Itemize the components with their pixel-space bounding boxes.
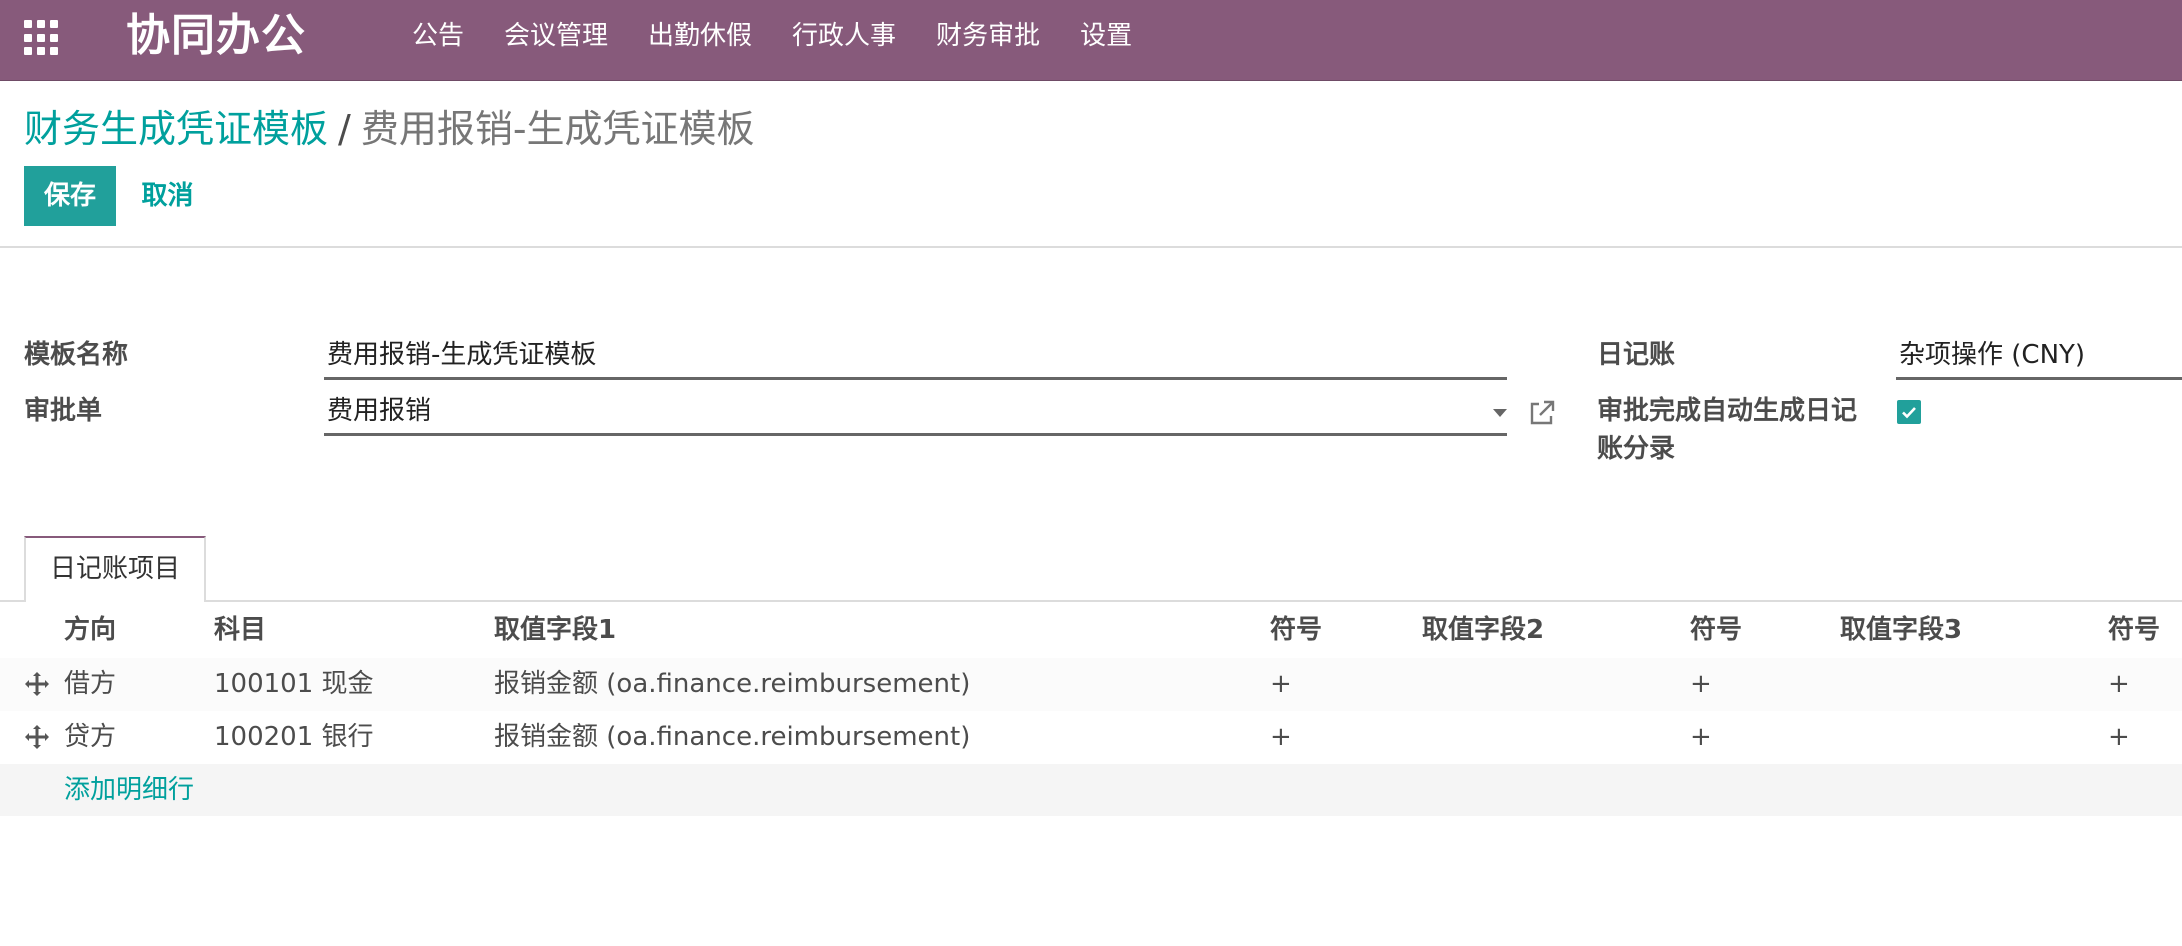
- cell-field1[interactable]: 报销金额 (oa.finance.reimbursement): [494, 658, 970, 711]
- cell-direction[interactable]: 贷方: [64, 711, 116, 764]
- cell-sign3[interactable]: +: [2108, 658, 2130, 711]
- cell-account[interactable]: 100101 现金: [214, 658, 374, 711]
- menu-item-settings[interactable]: 设置: [1060, 0, 1152, 72]
- template-name-input[interactable]: 费用报销-生成凭证模板: [324, 334, 1507, 380]
- top-navbar: 协同办公 公告 会议管理 出勤休假 行政人事 财务审批 设置: [0, 0, 2182, 81]
- control-panel-divider: [0, 246, 2182, 248]
- cell-sign3[interactable]: +: [2108, 711, 2130, 764]
- column-header-sign3[interactable]: 符号: [2108, 610, 2160, 650]
- app-brand-title: 协同办公: [126, 10, 306, 61]
- column-header-field2[interactable]: 取值字段2: [1422, 610, 1544, 650]
- external-link-icon[interactable]: [1527, 398, 1557, 428]
- menu-item-hr-admin[interactable]: 行政人事: [772, 0, 916, 72]
- table-row[interactable]: 借方 100101 现金 报销金额 (oa.finance.reimbursem…: [0, 658, 2182, 711]
- auto-entry-label-line1: 审批完成自动生成日记: [1597, 396, 1858, 426]
- table-row[interactable]: 贷方 100201 银行 报销金额 (oa.finance.reimbursem…: [0, 711, 2182, 764]
- add-line-link[interactable]: 添加明细行: [64, 764, 194, 816]
- apps-menu-icon[interactable]: [24, 20, 60, 56]
- approval-select[interactable]: 费用报销: [324, 390, 1507, 436]
- cell-field1[interactable]: 报销金额 (oa.finance.reimbursement): [494, 711, 970, 764]
- drag-handle-icon[interactable]: [24, 671, 50, 697]
- column-header-sign2[interactable]: 符号: [1690, 610, 1742, 650]
- cancel-button[interactable]: 取消: [130, 166, 205, 226]
- save-button[interactable]: 保存: [24, 166, 116, 226]
- chevron-down-icon[interactable]: [1493, 409, 1507, 417]
- breadcrumb-separator: /: [338, 107, 351, 151]
- add-line-row: 添加明细行: [0, 764, 2182, 816]
- journal-label: 日记账: [1597, 340, 1676, 370]
- cell-sign1[interactable]: +: [1270, 658, 1292, 711]
- menu-item-announcement[interactable]: 公告: [392, 0, 484, 72]
- column-header-account[interactable]: 科目: [214, 610, 266, 650]
- column-header-field1[interactable]: 取值字段1: [494, 610, 616, 650]
- cell-direction[interactable]: 借方: [64, 658, 116, 711]
- auto-entry-label-line2: 账分录: [1597, 434, 1676, 464]
- tab-bar-line: [0, 600, 2182, 602]
- journal-select[interactable]: 杂项操作 (CNY): [1896, 334, 2182, 380]
- cell-account[interactable]: 100201 银行: [214, 711, 374, 764]
- drag-handle-icon[interactable]: [24, 724, 50, 750]
- tab-journal-items[interactable]: 日记账项目: [24, 536, 206, 602]
- auto-entry-checkbox[interactable]: [1897, 400, 1921, 424]
- breadcrumb-current: 费用报销-生成凭证模板: [360, 107, 755, 151]
- column-header-sign1[interactable]: 符号: [1270, 610, 1322, 650]
- breadcrumb: 财务生成凭证模板 / 费用报销-生成凭证模板: [24, 104, 755, 154]
- template-name-label: 模板名称: [24, 340, 129, 370]
- main-menu: 公告 会议管理 出勤休假 行政人事 财务审批 设置: [392, 0, 1152, 72]
- menu-item-finance[interactable]: 财务审批: [916, 0, 1060, 72]
- approval-label: 审批单: [24, 396, 103, 426]
- breadcrumb-parent-link[interactable]: 财务生成凭证模板: [24, 107, 328, 151]
- checkmark-icon: [1902, 407, 1916, 419]
- cell-sign2[interactable]: +: [1690, 658, 1712, 711]
- menu-item-attendance[interactable]: 出勤休假: [628, 0, 772, 72]
- cell-sign2[interactable]: +: [1690, 711, 1712, 764]
- column-header-direction[interactable]: 方向: [64, 610, 116, 650]
- menu-item-meeting[interactable]: 会议管理: [484, 0, 628, 72]
- cell-sign1[interactable]: +: [1270, 711, 1292, 764]
- column-header-field3[interactable]: 取值字段3: [1840, 610, 1962, 650]
